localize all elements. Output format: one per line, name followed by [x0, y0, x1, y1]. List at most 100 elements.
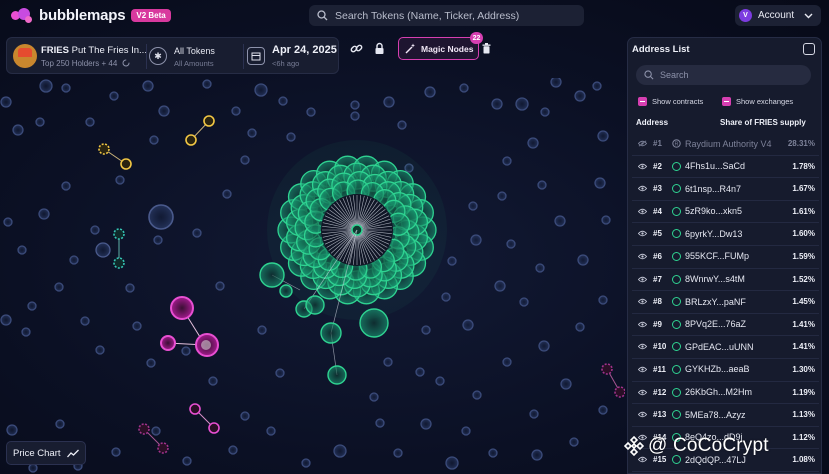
holder-bubble[interactable]	[527, 137, 539, 149]
eye-icon[interactable]	[638, 321, 647, 328]
app-logo[interactable]: bubblemaps V2 Beta	[11, 7, 171, 24]
eye-icon[interactable]	[638, 343, 647, 350]
holder-bubble[interactable]	[90, 225, 100, 235]
holder-bubble[interactable]	[182, 456, 192, 466]
holder-bubble[interactable]	[598, 405, 608, 415]
holder-bubble[interactable]	[125, 283, 135, 293]
address-row[interactable]: #7 8WnrwY...s4tM 1.52%	[632, 269, 819, 292]
column-header-address[interactable]: Address	[636, 118, 668, 127]
address-value[interactable]: 26KbGh...M2Hm	[685, 387, 752, 397]
holder-bubble[interactable]	[333, 444, 347, 458]
holder-bubble[interactable]	[6, 424, 18, 436]
eye-icon[interactable]	[638, 276, 647, 283]
holder-bubble[interactable]	[247, 128, 257, 138]
address-value[interactable]: Raydium Authority V4	[685, 139, 772, 149]
holder-bubble[interactable]	[441, 292, 451, 302]
address-list-scrollbar[interactable]	[819, 60, 822, 474]
holder-bubble[interactable]	[350, 100, 360, 110]
account-menu[interactable]: V Account	[735, 5, 821, 26]
holder-bubble[interactable]	[435, 376, 445, 386]
holder-bubble[interactable]	[488, 448, 498, 458]
holder-bubble[interactable]	[597, 130, 609, 142]
holder-bubble[interactable]	[98, 143, 110, 155]
link-button[interactable]	[346, 37, 366, 59]
holder-bubble[interactable]	[192, 228, 202, 238]
magic-nodes-button[interactable]: Magic Nodes	[398, 37, 479, 60]
holder-bubble[interactable]	[95, 242, 111, 258]
eye-icon[interactable]	[638, 298, 647, 305]
holder-bubble[interactable]	[594, 177, 606, 189]
holder-bubble[interactable]	[529, 409, 539, 419]
holder-bubble[interactable]	[203, 115, 215, 127]
holder-bubble[interactable]	[35, 117, 45, 127]
eye-icon[interactable]	[638, 208, 647, 215]
holder-bubble[interactable]	[375, 418, 385, 428]
holder-bubble[interactable]	[537, 180, 547, 190]
refresh-icon[interactable]	[122, 59, 130, 67]
address-value[interactable]: 6t1nsp...R4n7	[685, 184, 741, 194]
address-value[interactable]: 5MEa78...Azyz	[685, 410, 746, 420]
expand-panel-icon[interactable]	[803, 43, 815, 55]
bubble-graph[interactable]	[0, 78, 625, 474]
eye-icon[interactable]	[638, 411, 647, 418]
token-logo-icon[interactable]	[13, 44, 37, 68]
holder-bubble[interactable]	[540, 107, 550, 117]
holder-bubble[interactable]	[468, 201, 478, 211]
clear-magic-nodes-button[interactable]	[479, 40, 493, 56]
holder-bubble[interactable]	[275, 368, 285, 378]
holder-bubble[interactable]	[12, 124, 24, 136]
token-search-input[interactable]: Search Tokens (Name, Ticker, Address)	[309, 5, 584, 26]
holder-bubble[interactable]	[601, 215, 611, 225]
holder-bubble[interactable]	[447, 256, 457, 266]
holder-bubble[interactable]	[445, 456, 459, 470]
magic-node-bubble[interactable]	[208, 422, 220, 434]
address-value[interactable]: 5zR9ko...xkn5	[685, 206, 742, 216]
holder-bubble[interactable]	[55, 419, 65, 429]
show-contracts-toggle[interactable]: Show contracts	[638, 97, 703, 106]
magic-node-bubble[interactable]	[157, 442, 169, 454]
holder-bubble[interactable]	[54, 282, 64, 292]
holder-bubble[interactable]	[80, 316, 90, 326]
address-row[interactable]: #10 GPdEAC...uUNN 1.41%	[632, 336, 819, 359]
holder-bubble[interactable]	[61, 83, 71, 93]
holder-bubble[interactable]	[153, 235, 163, 245]
holder-bubble[interactable]	[142, 80, 154, 92]
holder-bubble[interactable]	[254, 83, 268, 97]
holder-bubble[interactable]	[266, 426, 276, 436]
eye-icon[interactable]	[638, 253, 647, 260]
magic-node-bubble[interactable]	[138, 423, 150, 435]
holder-bubble[interactable]	[502, 156, 512, 166]
magic-node-bubble[interactable]	[614, 386, 625, 398]
holder-bubble[interactable]	[494, 280, 506, 292]
address-search-input[interactable]: Search	[636, 65, 811, 85]
filter-asterisk-icon[interactable]: ✱	[149, 47, 167, 65]
holder-bubble[interactable]	[257, 325, 267, 335]
holder-bubble[interactable]	[222, 189, 232, 199]
holder-bubble[interactable]	[148, 204, 174, 230]
holder-bubble[interactable]	[575, 322, 585, 332]
holder-bubble[interactable]	[560, 378, 572, 390]
holder-bubble[interactable]	[113, 228, 125, 240]
eye-icon[interactable]	[638, 163, 647, 170]
eye-icon[interactable]	[638, 230, 647, 237]
address-value[interactable]: 6pyrkY...Dw13	[685, 229, 742, 239]
holder-bubble[interactable]	[424, 86, 436, 98]
holder-bubble[interactable]	[61, 181, 71, 191]
address-row[interactable]: #5 6pyrkY...Dw13 1.60%	[632, 223, 819, 246]
price-chart-button[interactable]: Price Chart	[6, 441, 86, 465]
address-row[interactable]: #6 955KCF...FUMp 1.59%	[632, 246, 819, 269]
address-row[interactable]: #13 5MEa78...Azyz 1.13%	[632, 404, 819, 427]
holder-bubble[interactable]	[421, 325, 431, 335]
holder-bubble[interactable]	[3, 217, 13, 227]
holder-bubble[interactable]	[461, 426, 471, 436]
address-row[interactable]: #11 GYKHZb...aeaB 1.30%	[632, 359, 819, 382]
holder-bubble[interactable]	[369, 392, 379, 402]
eye-icon[interactable]	[638, 140, 647, 147]
eye-icon[interactable]	[638, 389, 647, 396]
holder-bubble[interactable]	[519, 297, 529, 307]
main-cluster[interactable]	[259, 140, 447, 385]
address-value[interactable]: GYKHZb...aeaB	[685, 364, 750, 374]
holder-bubble[interactable]	[459, 83, 469, 93]
filter-title[interactable]: All Tokens	[174, 46, 215, 56]
column-header-share[interactable]: Share of FRIES supply	[720, 118, 806, 127]
